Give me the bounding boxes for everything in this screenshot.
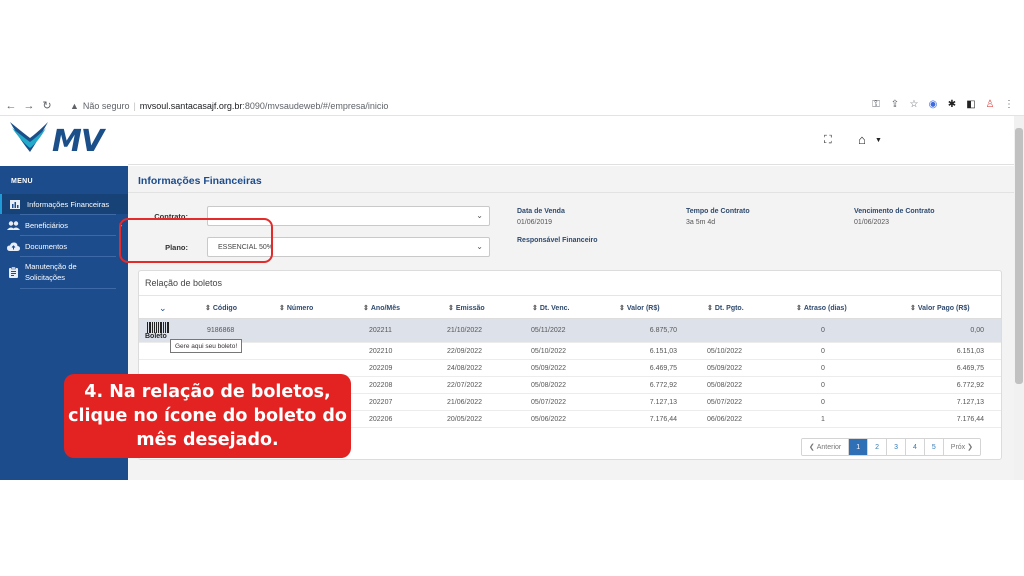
- col-emissao[interactable]: ⇕ Emissão: [448, 304, 485, 312]
- cloud-icon: [6, 241, 20, 251]
- users-icon: [6, 220, 20, 230]
- table-row[interactable]: Boleto 9186868 202211 21/10/2022 05/11/2…: [139, 319, 1001, 343]
- home-icon[interactable]: ⌂: [858, 132, 866, 147]
- col-atraso[interactable]: ⇕ Atraso (dias): [796, 304, 847, 312]
- col-numero[interactable]: ⇕ Número: [279, 304, 313, 312]
- instruction-callout: 4. Na relação de boletos, clique no ícon…: [64, 374, 351, 458]
- forward-icon[interactable]: →: [22, 100, 36, 112]
- responsavel-financeiro-label: Responsável Financeiro: [517, 237, 598, 244]
- pagination: ❮ Anterior 1 2 3 4 5 Próx ❯: [800, 438, 981, 456]
- menu-title: MENU: [11, 178, 33, 185]
- data-venda-value: 01/06/2019: [517, 219, 553, 226]
- col-ano-mes[interactable]: ⇕ Ano/Mês: [363, 304, 400, 312]
- page-title: Informações Financeiras: [138, 175, 262, 187]
- sort-icon: ⇕: [205, 305, 211, 312]
- table-row[interactable]: 202210 22/09/2022 05/10/2022 6.151,03 05…: [139, 343, 1001, 360]
- address-bar[interactable]: ▲ Não seguro | mvsoul.santacasajf.org.br…: [70, 98, 1010, 114]
- col-dt-venc[interactable]: ⇕ Dt. Venc.: [532, 304, 569, 312]
- sidepanel-icon[interactable]: ◧: [966, 99, 976, 110]
- sort-icon: ⇕: [532, 305, 538, 312]
- callout-text: 4. Na relação de boletos, clique no ícon…: [68, 382, 347, 450]
- cell-ano-mes: 202211: [369, 327, 392, 334]
- cell-codigo: 9186868: [207, 327, 235, 334]
- mv-logo[interactable]: MV: [8, 118, 128, 159]
- sort-icon: ⇕: [707, 305, 713, 312]
- page-button[interactable]: 5: [924, 439, 944, 455]
- sort-icon: ⇕: [363, 305, 369, 312]
- scrollbar-thumb[interactable]: [1015, 128, 1023, 384]
- boleto-label: Boleto: [145, 333, 167, 340]
- page-button[interactable]: 4: [905, 439, 925, 455]
- warning-icon[interactable]: ▲: [70, 101, 79, 111]
- browser-actions: ⚿ ⇪ ☆ ◉ ✱ ◧ ♙ ⋮: [871, 99, 1014, 110]
- barcode-icon: [147, 322, 169, 333]
- sidebar-item-manutencao-solicitacoes[interactable]: Manutenção de Solicitações: [0, 257, 128, 287]
- puzzle-icon[interactable]: ✱: [947, 99, 957, 110]
- vencimento-contrato-label: Vencimento de Contrato: [854, 208, 935, 215]
- page-button[interactable]: 1: [849, 439, 869, 455]
- col-valor[interactable]: ⇕ Valor (R$): [619, 304, 660, 312]
- vencimento-contrato-value: 01/06/2023: [854, 219, 890, 226]
- share-icon[interactable]: ⇪: [890, 99, 900, 110]
- prev-page-button[interactable]: ❮ Anterior: [801, 439, 850, 455]
- sort-icon: ⇕: [910, 305, 916, 312]
- sidebar-item-documentos[interactable]: Documentos: [0, 236, 128, 256]
- chevron-left-icon: ❮: [808, 444, 817, 451]
- sidebar-item-beneficiarios[interactable]: Beneficiários ›: [0, 215, 128, 235]
- extension-color-icon[interactable]: ◉: [928, 99, 938, 110]
- tempo-contrato-value: 3a 5m 4d: [686, 219, 716, 226]
- page-button[interactable]: 2: [868, 439, 888, 455]
- sidebar-item-label: Informações Financeiras: [27, 199, 110, 209]
- chart-icon: [8, 199, 22, 209]
- chevron-right-icon: ❯: [965, 444, 973, 451]
- col-valor-pago[interactable]: ⇕ Valor Pago (R$): [910, 304, 970, 312]
- cell-valor-pago: 0,00: [970, 327, 984, 334]
- kebab-menu-icon[interactable]: ⋮: [1004, 99, 1014, 110]
- sidebar-item-label: Manutenção de Solicitações: [25, 262, 77, 282]
- next-page-button[interactable]: Próx ❯: [943, 439, 980, 455]
- data-venda-label: Data de Venda: [517, 208, 565, 215]
- security-label: Não seguro: [82, 101, 130, 111]
- tempo-contrato-label: Tempo de Contrato: [686, 208, 750, 215]
- highlight-box: [119, 218, 273, 263]
- url-path: :8090/mvsaudeweb/#/empresa/inicio: [242, 101, 389, 111]
- back-icon[interactable]: ←: [4, 100, 18, 112]
- cell-valor: 6.875,70: [649, 327, 677, 334]
- reload-icon[interactable]: ↻: [40, 99, 54, 112]
- sort-icon: ⇕: [619, 305, 625, 312]
- clipboard-icon: [6, 266, 20, 278]
- sidebar-item-informacoes-financeiras[interactable]: Informações Financeiras: [0, 194, 128, 214]
- profile-icon[interactable]: ♙: [985, 99, 995, 110]
- boletos-title: Relação de boletos: [145, 278, 223, 288]
- cell-venc: 05/11/2022: [531, 327, 566, 334]
- chevron-down-icon: ⌄: [476, 242, 483, 251]
- logo-text: MV: [52, 124, 104, 159]
- key-icon[interactable]: ⚿: [871, 99, 881, 110]
- sidebar-item-label: Documentos: [25, 241, 68, 251]
- sort-icon: ⇕: [448, 305, 454, 312]
- chevron-down-icon: ⌄: [476, 211, 483, 220]
- sort-icon: ⇕: [796, 305, 802, 312]
- boleto-tooltip: Gere aqui seu boleto!: [170, 339, 243, 353]
- col-codigo[interactable]: ⇕ Código: [205, 304, 237, 312]
- page-button[interactable]: 3: [887, 439, 906, 455]
- sort-icon: ⇕: [279, 305, 285, 312]
- sidebar-item-label: Beneficiários: [25, 220, 68, 230]
- col-dt-pgto[interactable]: ⇕ Dt. Pgto.: [707, 304, 744, 312]
- cell-emissao: 21/10/2022: [447, 327, 483, 334]
- caret-down-icon[interactable]: ▼: [875, 137, 882, 144]
- fullscreen-icon[interactable]: ⛶: [824, 134, 832, 147]
- app-header: MV ⛶ ⌂ ▼: [0, 116, 1014, 164]
- browser-toolbar: ← → ↻ ▲ Não seguro | mvsoul.santacasajf.…: [0, 96, 1024, 116]
- star-icon[interactable]: ☆: [909, 99, 919, 110]
- boleto-barcode-button[interactable]: Boleto: [145, 320, 171, 342]
- chevron-down-icon[interactable]: ⌄: [159, 303, 167, 314]
- url-host: mvsoul.santacasajf.org.br: [139, 101, 243, 111]
- cell-atraso: 0: [821, 327, 825, 334]
